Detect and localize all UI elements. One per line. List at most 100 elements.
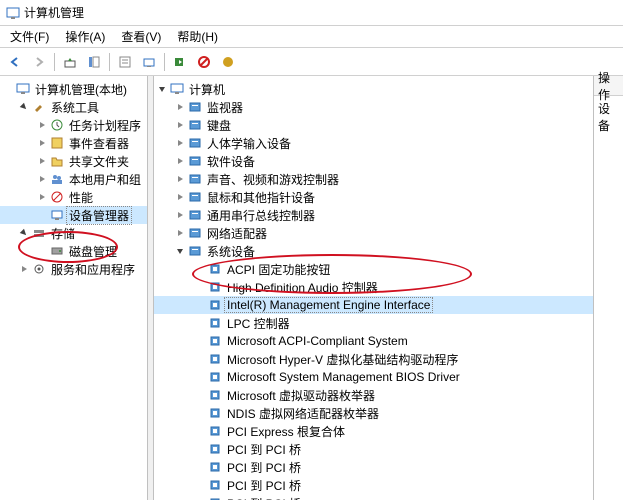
expander-closed-icon[interactable]	[174, 155, 186, 167]
expander-open-icon[interactable]	[156, 83, 168, 95]
tree-item-device-manager[interactable]: 设备管理器	[0, 206, 147, 224]
device-item[interactable]: High Definition Audio 控制器	[154, 278, 623, 296]
tree-item-users[interactable]: 本地用户和组	[0, 170, 147, 188]
expander-open-icon[interactable]	[18, 227, 30, 239]
expander-closed-icon[interactable]	[174, 209, 186, 221]
system-device-icon	[207, 405, 223, 421]
device-category[interactable]: 软件设备	[154, 152, 623, 170]
expander-none	[194, 281, 206, 293]
device-category-icon	[187, 189, 203, 205]
expander-closed-icon[interactable]	[174, 119, 186, 131]
expander-none	[194, 425, 206, 437]
expander-closed-icon[interactable]	[36, 137, 48, 149]
tree-label: 任务计划程序	[67, 117, 143, 134]
system-device-icon	[207, 315, 223, 331]
device-item[interactable]: PCI Express 根复合体	[154, 422, 623, 440]
device-category[interactable]: 人体学输入设备	[154, 134, 623, 152]
expander-open-icon[interactable]	[18, 101, 30, 113]
tree-label: 声音、视频和游戏控制器	[205, 171, 341, 188]
expander-closed-icon[interactable]	[174, 137, 186, 149]
left-tree-pane: 计算机管理(本地) 系统工具 任务计划程序 事件查看器 共享文件夹 本地用户和组	[0, 76, 148, 500]
expander-closed-icon[interactable]	[36, 119, 48, 131]
tree-label: 网络适配器	[205, 225, 269, 242]
menu-view[interactable]: 查看(V)	[113, 26, 169, 47]
device-item[interactable]: LPC 控制器	[154, 314, 623, 332]
expander-open-icon[interactable]	[174, 245, 186, 257]
tree-label: ACPI 固定功能按钮	[225, 261, 332, 278]
expander-none	[36, 245, 48, 257]
menu-help[interactable]: 帮助(H)	[169, 26, 226, 47]
tree-label: PCI 到 PCI 桥	[225, 477, 303, 494]
expander-none	[194, 389, 206, 401]
expander-closed-icon[interactable]	[18, 263, 30, 275]
system-device-icon	[207, 351, 223, 367]
expander-closed-icon[interactable]	[36, 191, 48, 203]
tree-item-scheduler[interactable]: 任务计划程序	[0, 116, 147, 134]
tree-item-diskmgmt[interactable]: 磁盘管理	[0, 242, 147, 260]
expander-icon[interactable]	[2, 83, 14, 95]
tree-item-perf[interactable]: 性能	[0, 188, 147, 206]
title-bar: 计算机管理	[0, 0, 623, 26]
device-category[interactable]: 系统设备	[154, 242, 623, 260]
device-category[interactable]: 网络适配器	[154, 224, 623, 242]
device-category[interactable]: 监视器	[154, 98, 623, 116]
tree-label: 人体学输入设备	[205, 135, 293, 152]
device-icon	[49, 207, 65, 223]
window-title: 计算机管理	[24, 4, 84, 21]
device-item[interactable]: Microsoft ACPI-Compliant System	[154, 332, 623, 350]
tree-label: Microsoft 虚拟驱动器枚举器	[225, 387, 377, 404]
help-button[interactable]	[217, 51, 239, 73]
device-item[interactable]: PCI 到 PCI 桥	[154, 494, 623, 500]
tree-label: Microsoft Hyper-V 虚拟化基础结构驱动程序	[225, 351, 460, 368]
menu-action[interactable]: 操作(A)	[57, 26, 113, 47]
device-item[interactable]: PCI 到 PCI 桥	[154, 458, 623, 476]
computer-icon	[169, 81, 185, 97]
tree-group-services[interactable]: 服务和应用程序	[0, 260, 147, 278]
device-item[interactable]: Microsoft Hyper-V 虚拟化基础结构驱动程序	[154, 350, 623, 368]
tree-group-tools[interactable]: 系统工具	[0, 98, 147, 116]
menu-file[interactable]: 文件(F)	[2, 26, 57, 47]
expander-closed-icon[interactable]	[174, 173, 186, 185]
expander-closed-icon[interactable]	[36, 173, 48, 185]
show-tree-button[interactable]	[83, 51, 105, 73]
device-category[interactable]: 鼠标和其他指针设备	[154, 188, 623, 206]
device-item[interactable]: PCI 到 PCI 桥	[154, 476, 623, 494]
scan-button[interactable]	[169, 51, 191, 73]
device-item[interactable]: PCI 到 PCI 桥	[154, 440, 623, 458]
forward-button[interactable]	[28, 51, 50, 73]
device-item[interactable]: NDIS 虚拟网络适配器枚举器	[154, 404, 623, 422]
tree-item-shared[interactable]: 共享文件夹	[0, 152, 147, 170]
refresh-button[interactable]	[138, 51, 160, 73]
device-category[interactable]: 通用串行总线控制器	[154, 206, 623, 224]
tree-group-storage[interactable]: 存储	[0, 224, 147, 242]
device-category[interactable]: 声音、视频和游戏控制器	[154, 170, 623, 188]
device-category-icon	[187, 225, 203, 241]
tree-root[interactable]: 计算机管理(本地)	[0, 80, 147, 98]
back-button[interactable]	[4, 51, 26, 73]
device-category-icon	[187, 99, 203, 115]
properties-button[interactable]	[114, 51, 136, 73]
disable-button[interactable]	[193, 51, 215, 73]
device-item[interactable]: Microsoft 虚拟驱动器枚举器	[154, 386, 623, 404]
device-item[interactable]: ACPI 固定功能按钮	[154, 260, 623, 278]
expander-closed-icon[interactable]	[174, 227, 186, 239]
tree-label: 服务和应用程序	[49, 261, 137, 278]
expander-closed-icon[interactable]	[174, 191, 186, 203]
device-category-icon	[187, 153, 203, 169]
expander-closed-icon[interactable]	[174, 101, 186, 113]
tree-label: PCI 到 PCI 桥	[225, 441, 303, 458]
expander-closed-icon[interactable]	[36, 155, 48, 167]
expander-none	[194, 263, 206, 275]
system-device-icon	[207, 387, 223, 403]
up-button[interactable]	[59, 51, 81, 73]
event-icon	[49, 135, 65, 151]
expander-none	[194, 335, 206, 347]
device-root[interactable]: 计算机	[154, 80, 623, 98]
expander-none	[194, 407, 206, 419]
device-item[interactable]: Microsoft System Management BIOS Driver	[154, 368, 623, 386]
device-category[interactable]: 键盘	[154, 116, 623, 134]
expander-none	[194, 317, 206, 329]
expander-none	[194, 461, 206, 473]
device-item[interactable]: Intel(R) Management Engine Interface	[154, 296, 623, 314]
tree-item-eventviewer[interactable]: 事件查看器	[0, 134, 147, 152]
